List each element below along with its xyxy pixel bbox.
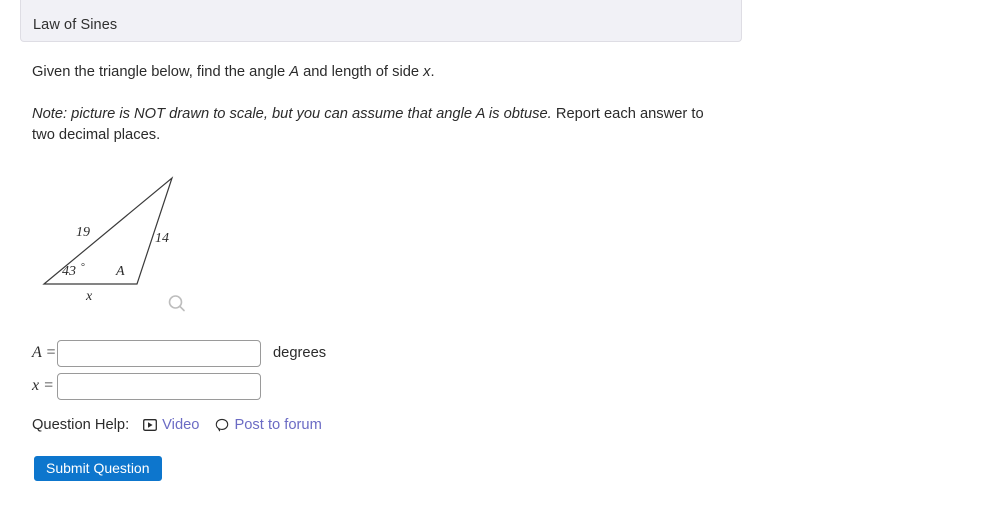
post-to-forum-label: Post to forum	[234, 417, 322, 433]
prompt-var-a: A	[289, 64, 299, 80]
prompt-part-pre: Given the triangle below, find the angle	[32, 64, 290, 80]
answer-row-angle-a: A =	[32, 339, 261, 367]
question-header-panel: Law of Sines	[20, 0, 742, 42]
prompt-part-end: .	[430, 64, 435, 80]
answer-row-side-x: x =	[32, 372, 261, 400]
video-play-icon	[143, 419, 158, 431]
prompt-note-italic: Note: picture is NOT drawn to scale, but…	[32, 106, 552, 122]
triangle-diagram-svg: 19 14 43 ° A x	[42, 176, 174, 304]
triangle-label-angle-43: 43	[62, 264, 76, 279]
video-help-label: Video	[162, 417, 200, 433]
triangle-label-side-14: 14	[155, 231, 169, 246]
answer-label-x: x =	[32, 377, 54, 394]
prompt-note: Note: picture is NOT drawn to scale, but…	[32, 104, 724, 146]
page-title: Law of Sines	[33, 17, 118, 33]
triangle-label-side-19: 19	[76, 225, 90, 240]
prompt-part-mid: and length of side	[299, 64, 424, 80]
video-help-link[interactable]: Video	[143, 417, 199, 433]
triangle-figure: 19 14 43 ° A x	[20, 160, 220, 320]
question-help-label: Question Help:	[32, 417, 130, 433]
answer-input-a[interactable]	[57, 339, 261, 367]
answer-input-x[interactable]	[57, 372, 261, 400]
answer-label-a: A =	[32, 344, 57, 361]
submit-question-button[interactable]: Submit Question	[34, 456, 162, 481]
triangle-label-angle-a: A	[115, 264, 125, 279]
post-to-forum-link[interactable]: Post to forum	[215, 417, 322, 433]
prompt-instruction: Given the triangle below, find the angle…	[32, 62, 712, 83]
degrees-unit-label: degrees	[273, 345, 327, 361]
comment-bubble-icon	[215, 418, 229, 432]
magnifier-icon[interactable]	[166, 293, 188, 315]
triangle-label-degree-symbol: °	[81, 262, 85, 273]
triangle-label-base-x: x	[85, 289, 93, 304]
question-help-row: Question Help: Video Post to forum	[32, 417, 338, 433]
